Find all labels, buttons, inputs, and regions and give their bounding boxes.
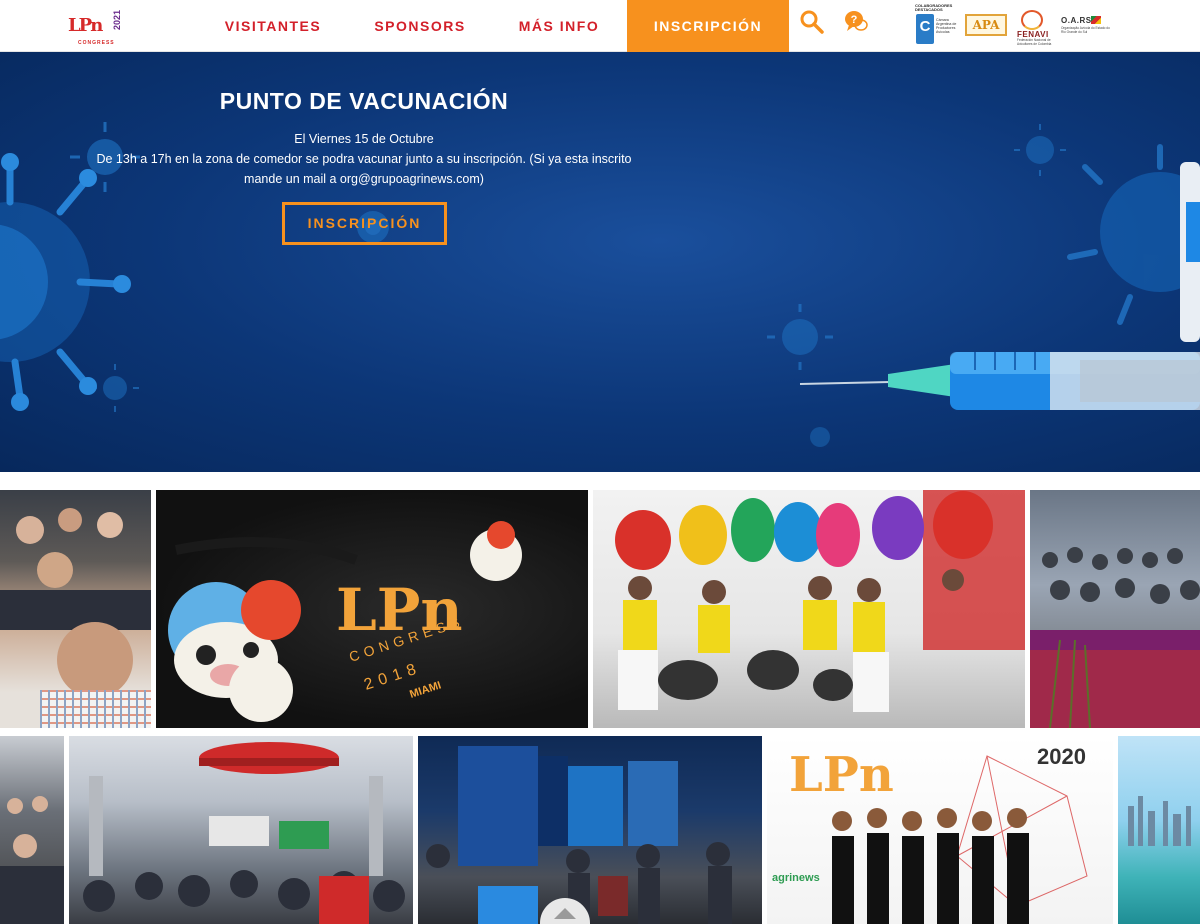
conference-illustration	[1030, 547, 1200, 728]
nav-sponsors[interactable]: SPONSORS	[366, 0, 474, 52]
virus-illustration-left	[0, 153, 131, 411]
hero-background-art	[0, 122, 1200, 447]
dancers-illustration	[615, 490, 1025, 712]
hero-contact-email: mande un mail a org@grupoagrinews.com)	[244, 172, 484, 186]
nav-mas-info[interactable]: MÁS INFO	[507, 0, 611, 52]
hero-date: El Viernes 15 de Octubre	[294, 132, 434, 146]
logo-year: 2021	[112, 10, 122, 31]
lpn-congress-logo[interactable]: LPn 2021 CONGRESS	[68, 8, 126, 48]
svg-text:?: ?	[851, 14, 858, 26]
oars-name: O.A.RS	[1061, 16, 1092, 25]
badges-illustration: LPn CONGRESS 2018 MIAMI	[168, 521, 522, 722]
oars-flag-icon	[1091, 16, 1101, 24]
badge-city-text: MIAMI	[408, 679, 443, 700]
lpn-backdrop-logo: LPn	[789, 747, 894, 803]
audience-shapes	[0, 508, 151, 728]
oars-caption: Organização Avícola do Estado do Rio Gra…	[1061, 26, 1110, 34]
audience-small-illustration	[0, 796, 64, 924]
photo-audience-man[interactable]	[0, 490, 151, 728]
exhibition-illustration	[83, 742, 405, 924]
colaboradores-label: COLABORADORES DESTACADOS	[915, 3, 953, 12]
hero-description: De 13h a 17h en la zona de comedor se po…	[96, 152, 632, 166]
virus-small-4	[1014, 124, 1066, 176]
photo-lpn-badges[interactable]: LPn CONGRESS 2018 MIAMI	[156, 490, 588, 728]
skyline-illustration	[1128, 796, 1191, 846]
virus-small-3	[91, 364, 139, 412]
partner-logos: COLABORADORES DESTACADOS C Cámara Argent…	[913, 4, 1113, 48]
virus-small-6	[810, 427, 830, 447]
logo-mark: LPn	[68, 15, 103, 36]
search-icon[interactable]	[799, 9, 825, 35]
hero-title: PUNTO DE VACUNACIÓN	[219, 88, 509, 114]
photo-agrinews-stand[interactable]	[418, 736, 762, 924]
photo-gallery: LPn CONGRESS 2018 MIAMI LPn 2020 agrinew…	[0, 472, 1200, 924]
fenavi-emblem	[1021, 10, 1043, 30]
partner-oars-logo[interactable]: O.A.RS Organização Avícola do Estado do …	[1061, 16, 1113, 44]
backdrop-year: 2020	[1037, 744, 1086, 769]
hero-banner: PUNTO DE VACUNACIÓN El Viernes 15 de Oct…	[0, 52, 1200, 472]
stand-illustration	[426, 746, 732, 924]
partner-apa-logo[interactable]: APA	[965, 14, 1007, 36]
site-header: LPn 2021 CONGRESS VISITANTES SPONSORS MÁ…	[0, 0, 1200, 52]
photo-audience-small[interactable]	[0, 736, 64, 924]
partner-fenavi-logo[interactable]: FENAVI Federación Nacional de Avicultore…	[1017, 8, 1051, 46]
photo-lpn-hostesses[interactable]: LPn 2020 agrinews	[767, 736, 1113, 924]
nav-visitantes[interactable]: VISITANTES	[212, 0, 334, 52]
photo-miami-skyline[interactable]	[1118, 736, 1200, 924]
hostesses-illustration: LPn 2020 agrinews	[772, 744, 1088, 924]
partner-capia-caption: Cámara Argentina de Productores Avícolas	[936, 18, 957, 34]
photo-conference-room[interactable]	[1030, 490, 1200, 728]
agrinews-backdrop: agrinews	[772, 872, 820, 884]
virus-small-5	[767, 304, 833, 370]
photo-exhibition-hall[interactable]	[69, 736, 413, 924]
hero-inscripcion-button[interactable]: INSCRIPCIÓN	[282, 202, 447, 245]
partner-capia-logo[interactable]: C	[916, 14, 934, 44]
chat-help-icon[interactable]: ?	[843, 9, 869, 35]
nav-inscripcion[interactable]: INSCRIPCIÓN	[627, 0, 789, 52]
fenavi-caption: Federación Nacional de Avicultores de Co…	[1017, 38, 1052, 46]
logo-subtitle: CONGRESS	[78, 40, 115, 46]
photo-samba-dancers[interactable]	[593, 490, 1025, 728]
